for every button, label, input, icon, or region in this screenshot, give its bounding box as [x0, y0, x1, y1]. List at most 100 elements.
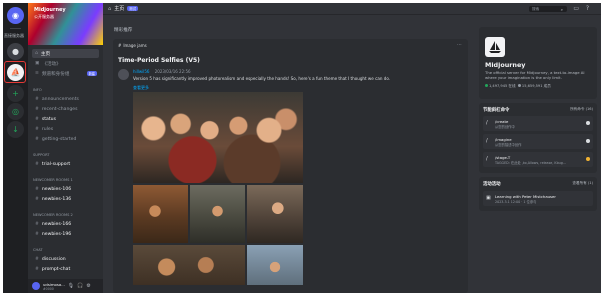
bot-avatar-icon	[586, 157, 590, 161]
channel-trial-support[interactable]: # trial-support	[32, 160, 99, 169]
featured-card[interactable]: # Image jams ⋯ Time-Period Selfies (V5) …	[113, 39, 468, 293]
user-name: udsimosa...	[43, 281, 65, 287]
event-item[interactable]: ▣ Learning with Peter Mistchauser 2023.3…	[483, 191, 593, 206]
hash-icon: #	[35, 117, 39, 122]
see-more-link[interactable]: 查看更多	[133, 85, 149, 91]
rail-label: 直接服务器	[4, 33, 24, 38]
download-apps-icon[interactable]: ↓	[7, 121, 24, 138]
sidebar-item-channels-roles[interactable]: ≡ 频道和身份组 新建	[32, 69, 99, 78]
bot-avatar-icon	[586, 121, 590, 125]
midjourney-logo-icon	[485, 37, 505, 57]
command-item[interactable]: / /stage-T TAGGED: 在此处 ,ko,Allows, relea…	[483, 152, 593, 167]
thread-title[interactable]: Time-Period Selfies (V5)	[118, 57, 200, 64]
command-desc: 从您的描述中创作	[495, 143, 522, 147]
server-rail: ◉ 直接服务器 ● ⛵ + ◎ ↓	[3, 3, 28, 293]
search-icon[interactable]: ⌕	[561, 7, 563, 12]
all-events-link[interactable]: 查看所有 (1)	[572, 181, 593, 186]
sidebar-item-label: 《活动》	[42, 61, 61, 67]
hash-icon: #	[35, 162, 39, 167]
channel-recent-changes[interactable]: # recent-changes	[32, 105, 99, 114]
channel-sidebar: Midjourney 公开服务器 ⌂ 主页 ▣ 《活动》 ≡ 频道和身份组 新建…	[28, 3, 103, 293]
server-name: Midjourney	[34, 7, 66, 13]
microphone-icon[interactable]: 🎙	[68, 283, 74, 289]
channel-status[interactable]: # status	[32, 115, 99, 124]
member-count: 15,659,591 成员	[521, 84, 551, 88]
all-commands-link[interactable]: 所有命令 (16)	[570, 107, 593, 112]
gallery-image[interactable]	[190, 185, 245, 243]
channel-label: trial-support	[41, 162, 71, 167]
gear-icon[interactable]: ⚙	[86, 283, 90, 289]
commands-card: 节能斜杠命令 所有命令 (16) / /create 从您的创作中 / /ima…	[479, 103, 597, 173]
avatar[interactable]	[118, 69, 129, 80]
hash-icon: #	[118, 43, 122, 48]
bot-avatar-icon	[586, 139, 590, 143]
sidebar-item-home[interactable]: ⌂ 主页	[32, 49, 99, 58]
gallery-image[interactable]	[133, 245, 245, 285]
command-item[interactable]: / /create 从您的创作中	[483, 116, 593, 131]
category-chat[interactable]: CHAT	[33, 248, 43, 252]
members-dot	[517, 84, 521, 87]
section-title: 精彩推荐	[114, 28, 133, 33]
author-name: hillwil56	[133, 69, 151, 74]
discord-home-icon[interactable]: ◉	[7, 7, 24, 24]
sidebar-item-label: 主页	[40, 51, 51, 57]
card-channel: Image jams	[123, 43, 147, 48]
new-badge: 新建	[86, 71, 97, 76]
command-item[interactable]: / /imagine 从您的描述中创作	[483, 134, 593, 149]
channel-newbies-196[interactable]: # newbies-196	[32, 230, 99, 239]
hash-icon: #	[35, 137, 39, 142]
gallery-image[interactable]	[247, 185, 303, 243]
home-icon: ⌂	[35, 51, 38, 56]
post-author[interactable]: hillwil56 2023/03/16 22:56	[133, 69, 191, 74]
sidebar-item-events[interactable]: ▣ 《活动》	[32, 59, 99, 68]
post-text: Version 5 has significantly improved pho…	[133, 76, 391, 81]
channel-newbies-166[interactable]: # newbies-166	[32, 220, 99, 229]
channel-announcements[interactable]: # announcements	[32, 95, 99, 104]
list-icon: ≡	[35, 71, 39, 76]
channel-newbies-106[interactable]: # newbies-106	[32, 185, 99, 194]
server-description: The official server for Midjourney, a te…	[485, 70, 585, 80]
help-icon[interactable]: ?	[586, 5, 589, 12]
hash-icon: #	[35, 222, 39, 227]
slash-icon: /	[486, 138, 488, 144]
more-icon[interactable]: ⋯	[457, 42, 462, 48]
channel-rules[interactable]: # rules	[32, 125, 99, 134]
megaphone-icon: #	[35, 97, 39, 102]
category-info[interactable]: INFO	[33, 88, 42, 92]
avatar[interactable]	[32, 282, 40, 290]
category-support[interactable]: SUPPORT	[33, 153, 50, 157]
channel-label: recent-changes	[41, 107, 78, 112]
gallery-image[interactable]	[133, 92, 303, 183]
command-desc: 从您的创作中	[495, 125, 515, 129]
channel-prompt-chat[interactable]: # prompt-chat	[32, 265, 99, 274]
post-date: 2023/03/16 22:56	[154, 69, 191, 74]
gallery-image[interactable]	[247, 245, 303, 285]
channel-label: getting-started	[41, 137, 77, 142]
calendar-icon: ▣	[35, 61, 40, 66]
hash-icon: #	[35, 107, 39, 112]
server-banner[interactable]: Midjourney 公开服务器	[28, 3, 103, 45]
server-icon-dm[interactable]: ●	[7, 43, 24, 60]
channel-newbies-136[interactable]: # newbies-136	[32, 195, 99, 204]
user-panel: udsimosa... #0000 🎙 🎧 ⚙	[28, 279, 103, 293]
beta-badge: 测试	[127, 6, 138, 11]
slash-icon: /	[486, 120, 488, 126]
online-count: 1,497,945 在线	[489, 84, 516, 88]
gallery-image[interactable]	[133, 185, 188, 243]
channel-getting-started[interactable]: # getting-started	[32, 135, 99, 144]
category-newcomer-1[interactable]: NEWCOMER ROOMS 1	[33, 178, 73, 182]
channel-label: newbies-106	[41, 187, 72, 192]
hash-icon: #	[35, 257, 39, 262]
channel-label: prompt-chat	[41, 267, 71, 272]
category-newcomer-2[interactable]: NEWCOMER ROOMS 2	[33, 213, 73, 217]
add-server-icon[interactable]: +	[7, 85, 24, 102]
server-stats: 1,497,945 在线 15,659,591 成员	[485, 84, 551, 89]
headphones-icon[interactable]: 🎧	[77, 283, 83, 289]
explore-servers-icon[interactable]: ◎	[7, 103, 24, 120]
channel-label: announcements	[41, 97, 79, 102]
calendar-icon: ▣	[486, 195, 491, 201]
channel-label: discussion	[41, 257, 66, 262]
channel-discussion[interactable]: # discussion	[32, 255, 99, 264]
inbox-icon[interactable]: ▭	[573, 5, 579, 12]
server-about-card: Midjourney The official server for Midjo…	[479, 27, 597, 99]
